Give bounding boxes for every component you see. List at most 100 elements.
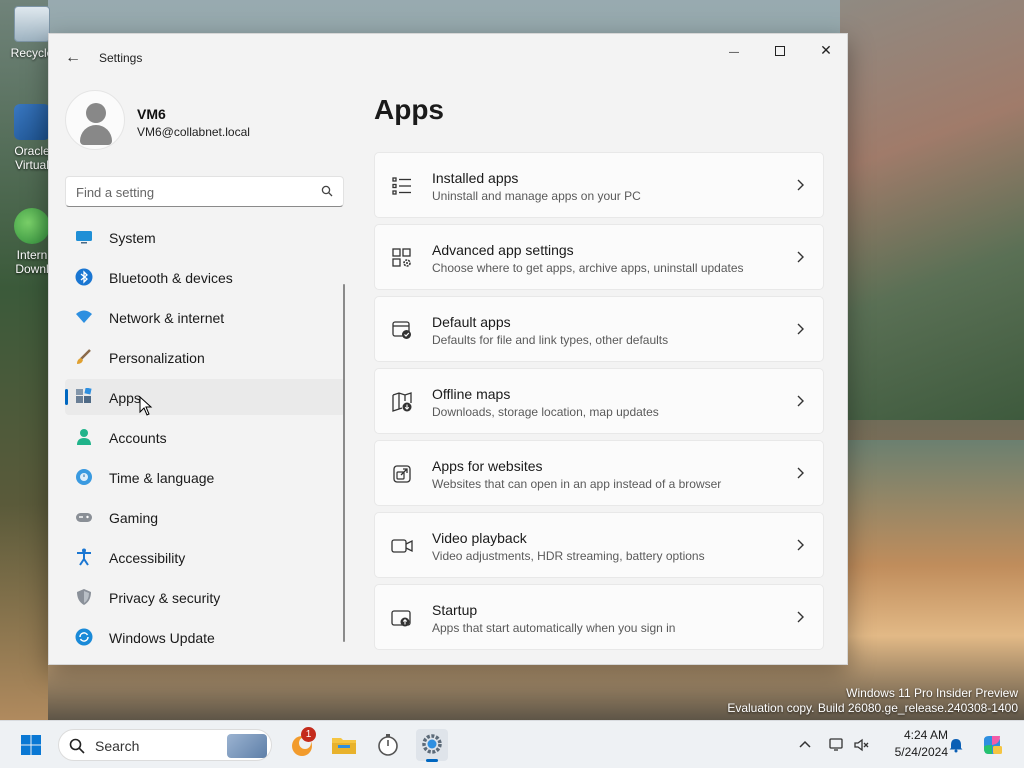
sidebar-item-bluetooth[interactable]: Bluetooth & devices (65, 259, 345, 295)
sidebar-item-privacy[interactable]: Privacy & security (65, 579, 345, 615)
sidebar-item-label: Accessibility (109, 550, 186, 566)
card-startup[interactable]: Startup Apps that start automatically wh… (374, 584, 824, 650)
person-icon (77, 429, 91, 445)
sidebar-item-time-language[interactable]: Time & language (65, 459, 345, 495)
monitor-icon (76, 231, 92, 244)
sidebar-item-label: Personalization (109, 350, 205, 366)
wallpaper-cliff (840, 0, 1024, 420)
notification-bell-icon[interactable] (948, 737, 964, 753)
brush-icon (77, 349, 91, 364)
clock-time: 4:24 AM (903, 728, 948, 742)
os-watermark: Windows 11 Pro Insider Preview Evaluatio… (727, 686, 1018, 716)
list-icon (392, 177, 411, 195)
sidebar-item-label: Bluetooth & devices (109, 270, 233, 286)
minimize-icon: — (729, 47, 739, 58)
video-camera-icon (391, 539, 413, 553)
shield-icon (77, 589, 91, 605)
taskbar-app-settings[interactable] (416, 729, 448, 762)
window-title: Settings (99, 51, 143, 65)
chevron-right-icon (797, 251, 804, 263)
avatar (65, 90, 125, 150)
gamepad-icon (76, 513, 92, 522)
card-description: Downloads, storage location, map updates (432, 405, 659, 419)
sidebar-item-label: Network & internet (109, 310, 225, 326)
minimize-button[interactable]: — (711, 34, 757, 66)
sidebar-item-label: Apps (109, 390, 141, 406)
taskbar-app-file-explorer[interactable] (328, 729, 360, 761)
apps-icon (76, 388, 92, 403)
card-default-apps[interactable]: Default apps Defaults for file and link … (374, 296, 824, 362)
chevron-right-icon (797, 467, 804, 479)
volume-muted-icon[interactable] (853, 737, 869, 753)
default-apps-icon (392, 321, 411, 339)
close-icon: ✕ (820, 42, 832, 58)
card-description: Websites that can open in an app instead… (432, 477, 722, 491)
settings-window: ← Settings — ✕ VM6 VM6@collabnet.local S… (48, 33, 848, 665)
chevron-up-icon[interactable] (797, 737, 813, 753)
startup-icon (391, 610, 411, 627)
folder-icon (332, 738, 356, 754)
settings-card-list: Installed apps Uninstall and manage apps… (374, 152, 824, 656)
sidebar-item-accounts[interactable]: Accounts (65, 419, 345, 455)
sidebar-item-label: Accounts (109, 430, 167, 446)
mouse-cursor-icon (139, 396, 153, 416)
open-external-icon (393, 465, 411, 483)
card-description: Video adjustments, HDR streaming, batter… (432, 549, 705, 563)
card-apps-for-websites[interactable]: Apps for websites Websites that can open… (374, 440, 824, 506)
card-title: Offline maps (432, 386, 511, 402)
user-email: VM6@collabnet.local (137, 125, 250, 139)
stopwatch-icon (378, 734, 398, 756)
chevron-right-icon (797, 611, 804, 623)
bluetooth-icon (75, 268, 93, 286)
card-title: Advanced app settings (432, 242, 574, 258)
card-title: Apps for websites (432, 458, 543, 474)
watermark-line: Evaluation copy. Build 26080.ge_release.… (727, 701, 1018, 715)
sidebar-item-windows-update[interactable]: Windows Update (65, 619, 345, 655)
sidebar-item-label: Time & language (109, 470, 215, 486)
copilot-icon[interactable] (981, 734, 1003, 756)
card-installed-apps[interactable]: Installed apps Uninstall and manage apps… (374, 152, 824, 218)
sidebar-item-system[interactable]: System (65, 219, 345, 255)
gear-icon (422, 734, 442, 754)
card-advanced-app-settings[interactable]: Advanced app settings Choose where to ge… (374, 224, 824, 290)
taskbar-app-clock[interactable] (372, 729, 404, 761)
taskbar-search-label: Search (95, 738, 140, 754)
taskbar-clock[interactable]: 4:24 AM 5/24/2024 (878, 727, 948, 761)
avatar-body (80, 125, 112, 145)
sidebar-item-apps[interactable]: Apps (65, 379, 345, 415)
wifi-icon (76, 310, 92, 323)
search-icon (321, 185, 333, 197)
sidebar-item-accessibility[interactable]: Accessibility (65, 539, 345, 575)
search-highlight-image (227, 734, 267, 758)
card-video-playback[interactable]: Video playback Video adjustments, HDR st… (374, 512, 824, 578)
sidebar-item-gaming[interactable]: Gaming (65, 499, 345, 535)
card-offline-maps[interactable]: Offline maps Downloads, storage location… (374, 368, 824, 434)
find-setting-search[interactable] (65, 176, 344, 207)
card-title: Installed apps (432, 170, 519, 186)
maximize-icon (775, 46, 785, 57)
page-title: Apps (374, 94, 444, 125)
card-description: Choose where to get apps, archive apps, … (432, 261, 744, 275)
sidebar-item-personalization[interactable]: Personalization (65, 339, 345, 375)
nav-scrollbar[interactable] (343, 284, 345, 642)
windows-start-icon[interactable] (20, 734, 42, 756)
sidebar-item-network[interactable]: Network & internet (65, 299, 345, 335)
sidebar-item-label: Windows Update (109, 630, 215, 646)
card-description: Defaults for file and link types, other … (432, 333, 669, 347)
sidebar-item-label: System (109, 230, 156, 246)
search-icon (69, 738, 85, 754)
network-icon[interactable] (829, 737, 845, 753)
card-title: Default apps (432, 314, 511, 330)
clock-date: 5/24/2024 (894, 745, 948, 759)
taskbar-search[interactable]: Search (58, 729, 272, 761)
maximize-button[interactable] (757, 34, 803, 66)
title-bar[interactable]: ← Settings — ✕ (49, 34, 847, 82)
search-input[interactable] (76, 183, 306, 201)
download-manager-icon (14, 208, 50, 244)
close-button[interactable]: ✕ (803, 34, 849, 66)
back-button[interactable]: ← (61, 46, 85, 70)
map-download-icon (392, 392, 412, 412)
chevron-right-icon (797, 539, 804, 551)
taskbar: Search (0, 720, 1024, 768)
sidebar-item-label: Privacy & security (109, 590, 221, 606)
